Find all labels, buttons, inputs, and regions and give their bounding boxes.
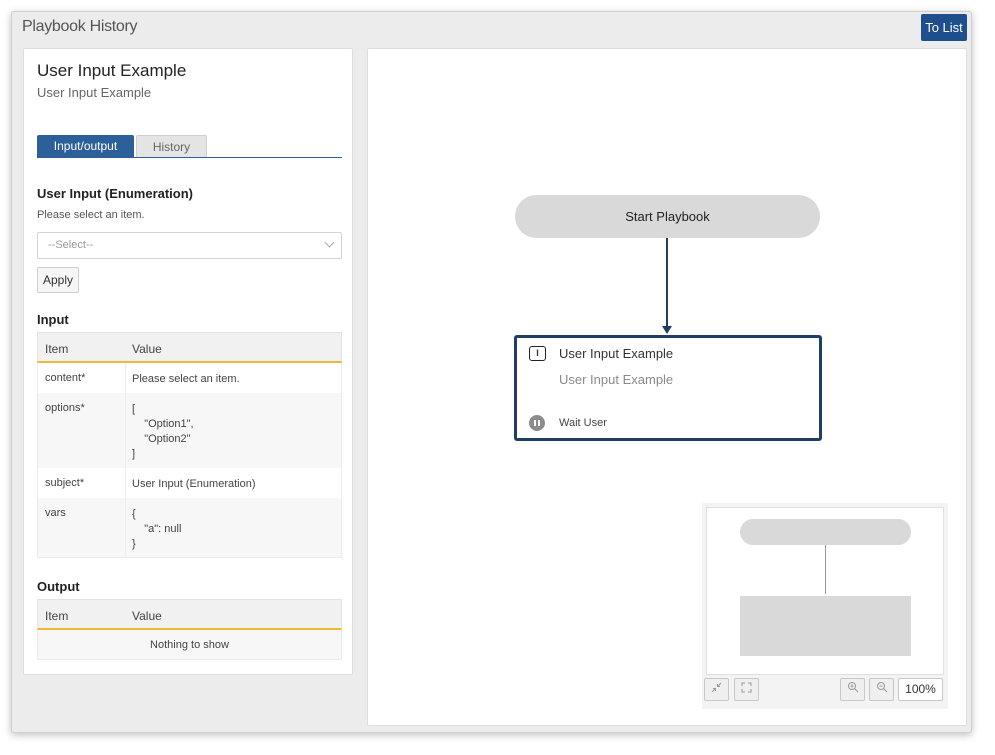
fullscreen-icon (741, 682, 752, 693)
user-input-hint: Please select an item. (37, 209, 145, 221)
playbook-subtitle: User Input Example (37, 85, 152, 100)
apply-button[interactable]: Apply (37, 267, 79, 293)
column-header-value: Value (132, 342, 162, 356)
chevron-down-icon (324, 237, 335, 248)
input-heading: Input (37, 312, 69, 327)
minimap-start-node (740, 519, 911, 545)
item-select[interactable]: --Select-- (37, 232, 342, 259)
flow-connector (666, 238, 668, 328)
select-placeholder: --Select-- (48, 239, 94, 251)
task-title: User Input Example (559, 346, 674, 361)
input-table-body: content* Please select an item. options*… (37, 363, 342, 558)
table-row: subject* User Input (Enumeration) (37, 468, 342, 498)
pause-icon (529, 415, 545, 431)
minimap-panel: 100% (702, 503, 948, 709)
user-input-task-node[interactable]: I User Input Example User Input Example … (514, 335, 822, 441)
column-header-item: Item (45, 609, 69, 623)
output-table: Item Value Nothing to show (37, 599, 342, 660)
to-list-button[interactable]: To List (921, 14, 967, 41)
task-status: Wait User (559, 417, 607, 429)
column-header-value: Value (132, 609, 162, 623)
row-value: [ "Option1", "Option2" ] (132, 403, 194, 460)
table-row: content* Please select an item. (37, 363, 342, 393)
input-table: Item Value content* Please select an ite… (37, 332, 342, 558)
tab-bar: Input/output History (37, 135, 342, 158)
row-item: vars (45, 507, 66, 519)
table-row: vars { "a": null } (37, 498, 342, 558)
fullscreen-button[interactable] (734, 678, 759, 701)
text-input-icon: I (529, 346, 546, 361)
row-item: content* (45, 372, 86, 384)
column-header-item: Item (45, 342, 69, 356)
playbook-history-window: Playbook History To List User Input Exam… (11, 11, 972, 733)
output-table-header: Item Value (37, 599, 342, 630)
row-value: { "a": null } (132, 508, 182, 550)
empty-message: Nothing to show (37, 630, 342, 660)
minimap[interactable] (706, 507, 944, 675)
start-playbook-node[interactable]: Start Playbook (515, 195, 820, 238)
zoom-in-icon (847, 682, 858, 693)
input-table-header: Item Value (37, 332, 342, 363)
collapse-icon (711, 682, 722, 693)
flow-canvas[interactable]: Start Playbook I User Input Example User… (367, 48, 967, 726)
row-item: subject* (45, 477, 85, 489)
zoom-level[interactable]: 100% (898, 678, 943, 701)
minimap-task-node (740, 596, 911, 656)
window-title: Playbook History (22, 18, 138, 35)
user-input-heading: User Input (Enumeration) (37, 186, 194, 201)
row-value: Please select an item. (132, 373, 240, 385)
arrow-head (662, 326, 672, 334)
collapse-button[interactable] (704, 678, 729, 701)
table-row: options* [ "Option1", "Option2" ] (37, 393, 342, 468)
tab-input-output[interactable]: Input/output (37, 135, 134, 157)
left-panel: User Input Example User Input Example In… (23, 48, 353, 675)
playbook-title: User Input Example (37, 61, 187, 80)
tab-history[interactable]: History (136, 135, 207, 157)
row-item: options* (45, 402, 85, 414)
task-subtitle: User Input Example (559, 372, 674, 387)
output-heading: Output (37, 579, 80, 594)
minimap-connector (825, 545, 826, 594)
zoom-in-button[interactable] (840, 678, 865, 701)
row-value: User Input (Enumeration) (132, 478, 256, 490)
zoom-out-icon (876, 682, 887, 693)
zoom-out-button[interactable] (869, 678, 894, 701)
